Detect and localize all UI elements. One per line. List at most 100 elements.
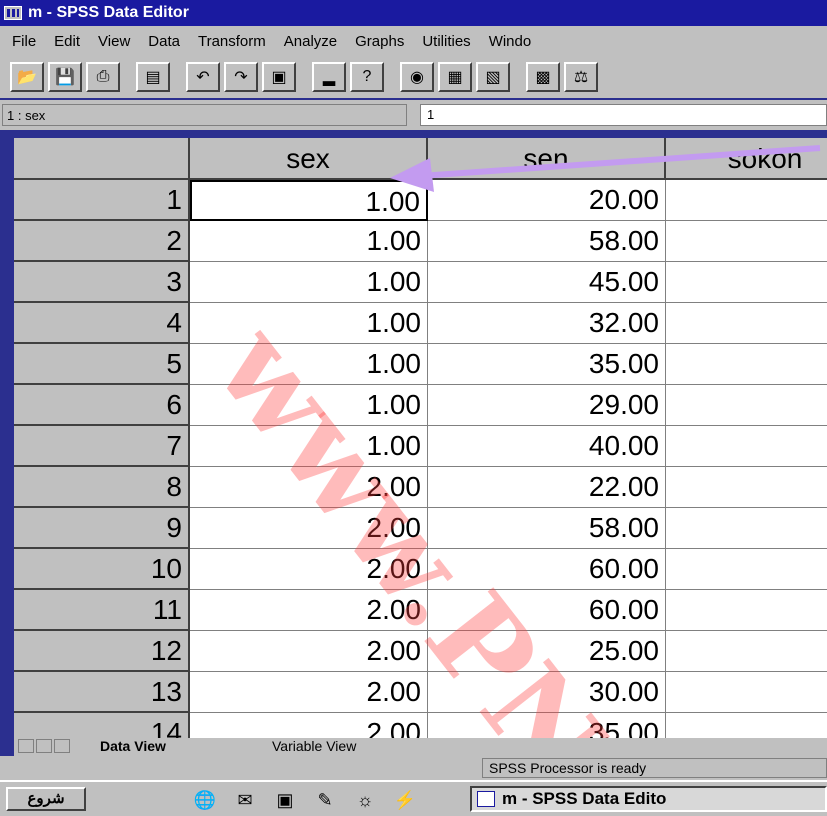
row-header[interactable]: 6 xyxy=(14,385,190,426)
data-cell[interactable]: 2 xyxy=(666,590,827,631)
data-cell[interactable]: 2 xyxy=(666,262,827,303)
row-header[interactable]: 4 xyxy=(14,303,190,344)
edit-icon[interactable]: ✎ xyxy=(312,789,338,811)
data-cell[interactable]: 58.00 xyxy=(428,508,666,549)
menu-file[interactable]: File xyxy=(12,33,36,50)
cell-value-input[interactable]: 1 xyxy=(420,104,827,126)
data-cell[interactable]: 20.00 xyxy=(428,180,666,221)
data-cell[interactable]: 1.00 xyxy=(190,344,428,385)
tab-data-view[interactable]: Data View xyxy=(100,738,166,754)
column-header-sokon[interactable]: sokon xyxy=(666,138,827,180)
row-header[interactable]: 10 xyxy=(14,549,190,590)
column-header-sex[interactable]: sex xyxy=(190,138,428,180)
data-cell[interactable]: 60.00 xyxy=(428,549,666,590)
split-file-icon[interactable]: ▩ xyxy=(526,62,560,92)
menu-utilities[interactable]: Utilities xyxy=(422,33,470,50)
data-cell[interactable]: 60.00 xyxy=(428,590,666,631)
row-header[interactable]: 3 xyxy=(14,262,190,303)
row-header[interactable]: 8 xyxy=(14,467,190,508)
data-cell[interactable]: 2 xyxy=(666,467,827,508)
menu-data[interactable]: Data xyxy=(148,33,180,50)
data-cell[interactable]: 1.00 xyxy=(190,262,428,303)
task-button-spss[interactable]: m - SPSS Data Edito xyxy=(470,786,827,812)
data-cell[interactable]: 29.00 xyxy=(428,385,666,426)
data-cell[interactable]: 35.00 xyxy=(428,344,666,385)
goto-chart-icon[interactable]: ▣ xyxy=(262,62,296,92)
data-cell[interactable]: 2.00 xyxy=(190,631,428,672)
data-cell[interactable]: 2.00 xyxy=(190,590,428,631)
data-cell[interactable]: 32.00 xyxy=(428,303,666,344)
data-cell[interactable]: 1.00 xyxy=(190,180,428,221)
data-cell[interactable]: 40.00 xyxy=(428,426,666,467)
desktop-icon[interactable]: ▣ xyxy=(272,789,298,811)
tab-prev-icon[interactable] xyxy=(36,739,52,753)
data-cell[interactable]: 2.00 xyxy=(190,672,428,713)
tab-variable-view[interactable]: Variable View xyxy=(272,738,356,754)
open-icon[interactable]: 📂 xyxy=(10,62,44,92)
data-cell[interactable]: 1 xyxy=(666,385,827,426)
data-cell[interactable]: 2 xyxy=(666,631,827,672)
data-cell[interactable]: 2.00 xyxy=(190,549,428,590)
title-bar[interactable]: m - SPSS Data Editor xyxy=(0,0,827,26)
menu-view[interactable]: View xyxy=(98,33,130,50)
row-header[interactable]: 11 xyxy=(14,590,190,631)
menu-analyze[interactable]: Analyze xyxy=(284,33,337,50)
data-cell[interactable]: 2 xyxy=(666,549,827,590)
tab-next-icon[interactable] xyxy=(54,739,70,753)
insert-variable-icon[interactable]: ▧ xyxy=(476,62,510,92)
data-cell[interactable]: 2.00 xyxy=(190,467,428,508)
row-header[interactable]: 5 xyxy=(14,344,190,385)
channel-icon[interactable]: ☼ xyxy=(352,789,378,811)
data-cell[interactable]: 22.00 xyxy=(428,467,666,508)
data-cell[interactable]: 1.00 xyxy=(190,221,428,262)
row-header[interactable]: 9 xyxy=(14,508,190,549)
goto-case-icon[interactable]: ▂ xyxy=(312,62,346,92)
weight-cases-icon[interactable]: ⚖ xyxy=(564,62,598,92)
menu-transform[interactable]: Transform xyxy=(198,33,266,50)
data-cell[interactable]: 1.00 xyxy=(190,385,428,426)
corner-header[interactable] xyxy=(14,138,190,180)
data-cell[interactable]: 35.00 xyxy=(428,713,666,738)
winamp-icon[interactable]: ⚡ xyxy=(392,789,418,811)
data-cell[interactable]: 1 xyxy=(666,344,827,385)
data-cell[interactable]: 2.00 xyxy=(190,713,428,738)
row-header[interactable]: 12 xyxy=(14,631,190,672)
start-button[interactable]: شروع xyxy=(6,787,86,811)
data-cell[interactable]: 45.00 xyxy=(428,262,666,303)
data-cell[interactable]: 1 xyxy=(666,180,827,221)
row-header[interactable]: 13 xyxy=(14,672,190,713)
data-cell[interactable]: 1.00 xyxy=(190,426,428,467)
ie-icon[interactable]: 🌐 xyxy=(192,789,218,811)
find-icon[interactable]: ◉ xyxy=(400,62,434,92)
insert-case-icon[interactable]: ▦ xyxy=(438,62,472,92)
data-cell[interactable]: 30.00 xyxy=(428,672,666,713)
data-cell[interactable]: 1 xyxy=(666,426,827,467)
menu-window[interactable]: Windo xyxy=(489,33,532,50)
row-header[interactable]: 2 xyxy=(14,221,190,262)
menu-graphs[interactable]: Graphs xyxy=(355,33,404,50)
row-header[interactable]: 7 xyxy=(14,426,190,467)
row-header[interactable]: 1 xyxy=(14,180,190,221)
variables-icon[interactable]: ? xyxy=(350,62,384,92)
undo-icon[interactable]: ↶ xyxy=(186,62,220,92)
redo-icon[interactable]: ↷ xyxy=(224,62,258,92)
row-header[interactable]: 14 xyxy=(14,713,190,738)
data-cell[interactable]: 1 xyxy=(666,713,827,738)
spss-app-icon[interactable] xyxy=(4,6,22,20)
outlook-icon[interactable]: ✉ xyxy=(232,789,258,811)
dialog-recall-icon[interactable]: ▤ xyxy=(136,62,170,92)
column-header-sen[interactable]: sen xyxy=(428,138,666,180)
data-cell[interactable]: 2.00 xyxy=(190,508,428,549)
tab-first-icon[interactable] xyxy=(18,739,34,753)
data-cell[interactable]: 1 xyxy=(666,221,827,262)
data-cell[interactable]: 2 xyxy=(666,672,827,713)
menu-edit[interactable]: Edit xyxy=(54,33,80,50)
processor-status: SPSS Processor is ready xyxy=(482,758,827,778)
data-cell[interactable]: 1.00 xyxy=(190,303,428,344)
print-icon[interactable]: ⎙ xyxy=(86,62,120,92)
data-cell[interactable]: 1 xyxy=(666,508,827,549)
data-cell[interactable]: 25.00 xyxy=(428,631,666,672)
data-cell[interactable]: 58.00 xyxy=(428,221,666,262)
save-icon[interactable]: 💾 xyxy=(48,62,82,92)
data-cell[interactable]: 2 xyxy=(666,303,827,344)
